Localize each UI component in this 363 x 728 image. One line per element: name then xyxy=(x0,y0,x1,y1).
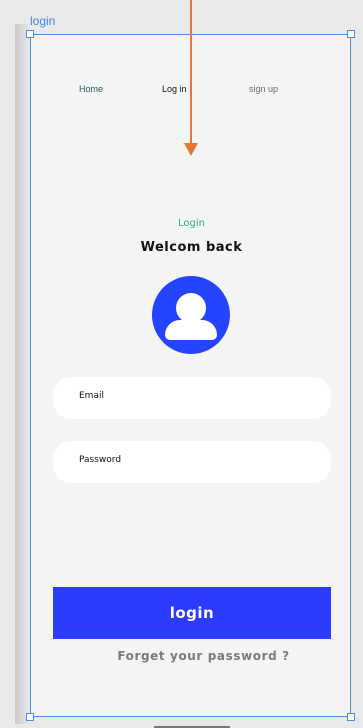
welcome-title: Welcom back xyxy=(140,240,243,255)
nav-login-link[interactable]: Log in xyxy=(162,84,187,94)
password-placeholder: Password xyxy=(79,455,122,465)
user-avatar-icon xyxy=(152,276,230,354)
nav-home-link[interactable]: Home xyxy=(79,84,103,94)
frame-shadow xyxy=(15,24,31,724)
login-subtitle: Login xyxy=(178,218,205,229)
avatar-head-shape xyxy=(176,293,206,323)
forgot-password-link[interactable]: Forget your password ? xyxy=(0,649,363,663)
password-field[interactable]: Password xyxy=(53,441,331,483)
email-placeholder: Email xyxy=(79,391,104,401)
arrow-down-icon xyxy=(184,143,198,156)
resize-handle-bottom-left[interactable] xyxy=(26,713,34,721)
resize-handle-top-left[interactable] xyxy=(26,30,34,38)
top-nav: Home Log in sign up xyxy=(0,84,363,98)
email-field[interactable]: Email xyxy=(53,377,331,419)
nav-signup-link[interactable]: sign up xyxy=(249,84,278,94)
frame-label: login xyxy=(30,14,56,28)
resize-handle-top-right[interactable] xyxy=(347,30,355,38)
flow-arrow-line xyxy=(190,0,192,143)
resize-handle-bottom-right[interactable] xyxy=(347,713,355,721)
avatar-body-shape xyxy=(165,320,217,340)
login-button[interactable]: login xyxy=(53,587,331,639)
